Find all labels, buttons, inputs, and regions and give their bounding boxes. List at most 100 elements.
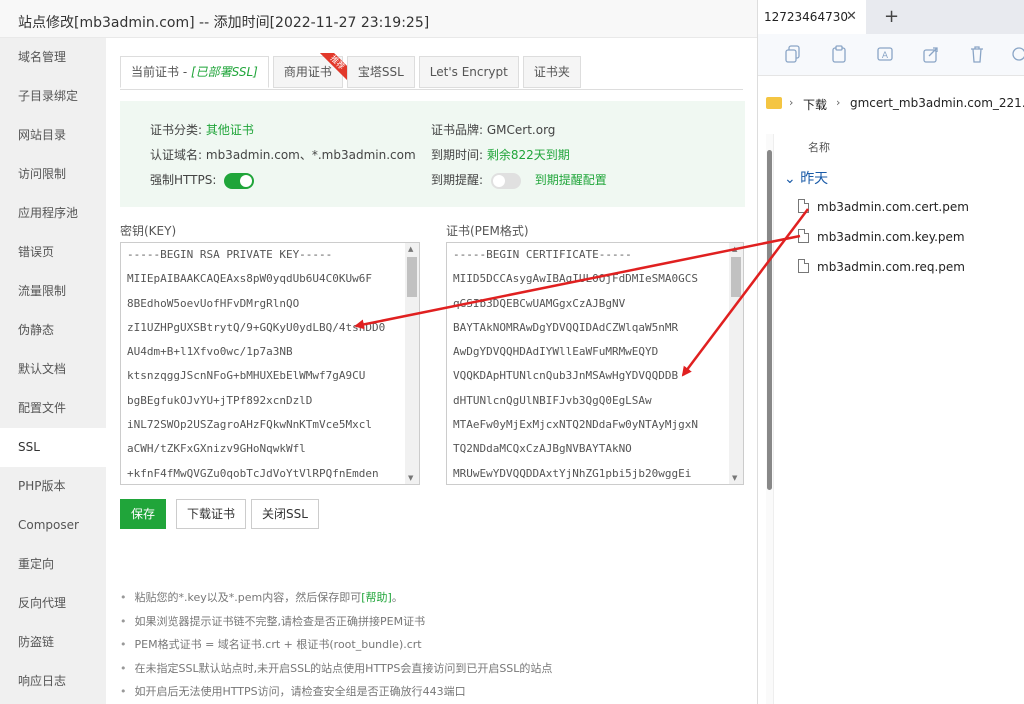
sidebar-item-php-version[interactable]: PHP版本 [0, 467, 106, 506]
dialog-title: 站点修改[mb3admin.com] -- 添加时间[2022-11-27 23… [0, 0, 757, 38]
file-item-key[interactable]: mb3admin.com.key.pem [798, 229, 965, 244]
toggle-knob [492, 174, 505, 187]
sidebar-item-traffic-limit[interactable]: 流量限制 [0, 272, 106, 311]
explorer-scrollbar[interactable] [766, 134, 774, 704]
note-item: 粘贴您的*.key以及*.pem内容，然后保存即可[帮助]。 [120, 586, 552, 610]
cert-category: 证书分类: 其他证书 [150, 121, 254, 138]
note-item: 如开启后无法使用HTTPS访问，请检查安全组是否正确放行443端口 [120, 680, 552, 704]
scroll-thumb[interactable] [407, 257, 417, 297]
cert-brand-value: GMCert.org [486, 123, 556, 137]
tab-cert-folder[interactable]: 证书夹 [522, 56, 581, 88]
scroll-down-icon[interactable]: ▼ [408, 474, 413, 482]
tab-baota-ssl[interactable]: 宝塔SSL [346, 56, 415, 88]
sidebar-item-error-page[interactable]: 错误页 [0, 233, 106, 272]
cert-line: BAYTAkNOMRAwDgYDVQQIDAdCZWlqaW5nMR [453, 320, 679, 334]
tab-current-cert-label: 当前证书 - [131, 65, 191, 79]
group-yesterday[interactable]: ⌄ 昨天 [784, 168, 828, 188]
expire-remind-label: 到期提醒: [431, 173, 484, 187]
note-text: 。 [391, 591, 403, 604]
tab-lets-encrypt[interactable]: Let's Encrypt [418, 56, 519, 88]
tab-commercial-cert[interactable]: 商用证书 推荐 [272, 53, 348, 88]
scroll-down-icon[interactable]: ▼ [732, 474, 737, 482]
explorer-tab[interactable]: 12723464730 ✕ [758, 0, 866, 34]
cert-line: TQ2NDdaMCQxCzAJBgNVBAYTAkNO [453, 442, 632, 456]
key-line: iNL72SWOp2USZagroAHzFQkwNnKTmVce5Mxcl [127, 418, 373, 432]
note-item: 如果浏览器提示证书链不完整,请检查是否正确拼接PEM证书 [120, 610, 552, 634]
recommend-badge: 推荐 [319, 53, 348, 81]
explorer-toolbar: A [758, 34, 1024, 76]
file-item-req[interactable]: mb3admin.com.req.pem [798, 259, 965, 274]
file-item-cert[interactable]: mb3admin.com.cert.pem [798, 199, 969, 214]
breadcrumb-cert-folder[interactable]: gmcert_mb3admin.com_221... [850, 96, 1024, 110]
share-icon[interactable] [922, 44, 940, 64]
paste-icon[interactable] [830, 44, 848, 64]
sidebar-item-default-doc[interactable]: 默认文档 [0, 350, 106, 389]
key-label: 密钥(KEY) [120, 224, 177, 238]
key-line: +kfnF4fMwQVGZu0qobTcJdVoYtVlRPQfnEmden [127, 466, 379, 480]
help-link[interactable]: [帮助] [361, 591, 392, 604]
download-cert-button[interactable]: 下载证书 [176, 499, 247, 529]
key-textarea[interactable]: -----BEGIN RSA PRIVATE KEY----- MIIEpAIB… [120, 242, 420, 485]
expire-remind: 到期提醒: 到期提醒配置 [431, 171, 607, 189]
file-icon [798, 199, 809, 213]
file-icon [798, 229, 809, 243]
rename-icon[interactable]: A [876, 44, 894, 64]
sidebar-item-redirect[interactable]: 重定向 [0, 545, 106, 584]
cert-domain-label: 认证域名: [150, 148, 203, 162]
close-ssl-button[interactable]: 关闭SSL [251, 499, 319, 529]
sidebar-item-site-dir[interactable]: 网站目录 [0, 116, 106, 155]
new-tab-icon[interactable]: + [884, 6, 899, 27]
sidebar-item-access-limit[interactable]: 访问限制 [0, 155, 106, 194]
cert-line: MTAeFw0yMjExMjcxNTQ2NDdaFw0yNTAyMjgxN [453, 418, 699, 432]
group-label: 昨天 [800, 171, 829, 187]
scroll-thumb[interactable] [731, 257, 741, 297]
key-line: -----BEGIN RSA PRIVATE KEY----- [127, 248, 333, 261]
force-https: 强制HTTPS: [150, 171, 255, 189]
note-text: 粘贴您的*.key以及*.pem内容，然后保存即可 [134, 591, 362, 604]
file-icon [798, 259, 809, 273]
cert-textarea[interactable]: -----BEGIN CERTIFICATE----- MIID5DCCAsyg… [446, 242, 744, 485]
sidebar-item-rewrite[interactable]: 伪静态 [0, 311, 106, 350]
cert-line: -----BEGIN CERTIFICATE----- [453, 248, 632, 261]
scroll-up-icon[interactable]: ▲ [408, 245, 413, 253]
scroll-thumb[interactable] [767, 150, 772, 490]
cert-info-box: 证书分类: 其他证书 认证域名: mb3admin.com、*.mb3admin… [120, 101, 745, 207]
cert-scrollbar[interactable]: ▲ ▼ [729, 243, 743, 484]
cert-line: MRUwEwYDVQQDDAxtYjNhZG1pbi5jb20wggEi [453, 466, 692, 480]
file-name: mb3admin.com.key.pem [817, 230, 965, 244]
sidebar-item-reverse-proxy[interactable]: 反向代理 [0, 584, 106, 623]
breadcrumb-downloads[interactable]: 下载 [803, 96, 827, 113]
site-edit-dialog: 站点修改[mb3admin.com] -- 添加时间[2022-11-27 23… [0, 0, 757, 704]
expire-remind-toggle[interactable] [490, 172, 521, 189]
close-icon[interactable]: ✕ [846, 9, 857, 24]
sidebar-item-domain[interactable]: 域名管理 [0, 38, 106, 77]
cert-domain-value: mb3admin.com、*.mb3admin.com [205, 148, 416, 162]
tab-divider [120, 89, 743, 90]
delete-icon[interactable] [968, 44, 986, 64]
expire-remind-config-link[interactable]: 到期提醒配置 [535, 173, 607, 187]
sidebar-item-config-file[interactable]: 配置文件 [0, 389, 106, 428]
sidebar-item-response-log[interactable]: 响应日志 [0, 662, 106, 701]
more-icon[interactable] [1010, 44, 1024, 64]
chevron-down-icon[interactable]: ⌄ [784, 171, 796, 187]
scroll-up-icon[interactable]: ▲ [732, 245, 737, 253]
chevron-right-icon[interactable]: › [836, 96, 840, 109]
cert-line: AwDgYDVQQHDAdIYWllEaWFuMRMwEQYD [453, 345, 659, 359]
key-line: AU4dm+B+l1Xfvo0wc/1p7a3NB [127, 345, 293, 359]
force-https-toggle[interactable] [224, 172, 255, 189]
sidebar-item-composer[interactable]: Composer [0, 506, 106, 545]
key-scrollbar[interactable]: ▲ ▼ [405, 243, 419, 484]
save-button[interactable]: 保存 [120, 499, 167, 529]
cert-line: MIID5DCCAsygAwIBAgIUL0OjFdDMIeSMA0GCS [453, 272, 699, 286]
note-item: 在未指定SSL默认站点时,未开启SSL的站点使用HTTPS会直接访问到已开启SS… [120, 657, 553, 681]
copy-icon[interactable] [784, 44, 802, 64]
sidebar-item-app-pool[interactable]: 应用程序池 [0, 194, 106, 233]
tab-current-cert[interactable]: 当前证书 - [已部署SSL] [120, 56, 269, 88]
sidebar-item-ssl[interactable]: SSL [0, 428, 106, 467]
column-header-name[interactable]: 名称 [808, 139, 830, 155]
chevron-right-icon[interactable]: › [789, 96, 793, 109]
svg-text:A: A [882, 51, 889, 61]
sidebar-item-subdir[interactable]: 子目录绑定 [0, 77, 106, 116]
sidebar-item-hotlink[interactable]: 防盗链 [0, 623, 106, 662]
cert-category-value: 其他证书 [205, 123, 254, 137]
